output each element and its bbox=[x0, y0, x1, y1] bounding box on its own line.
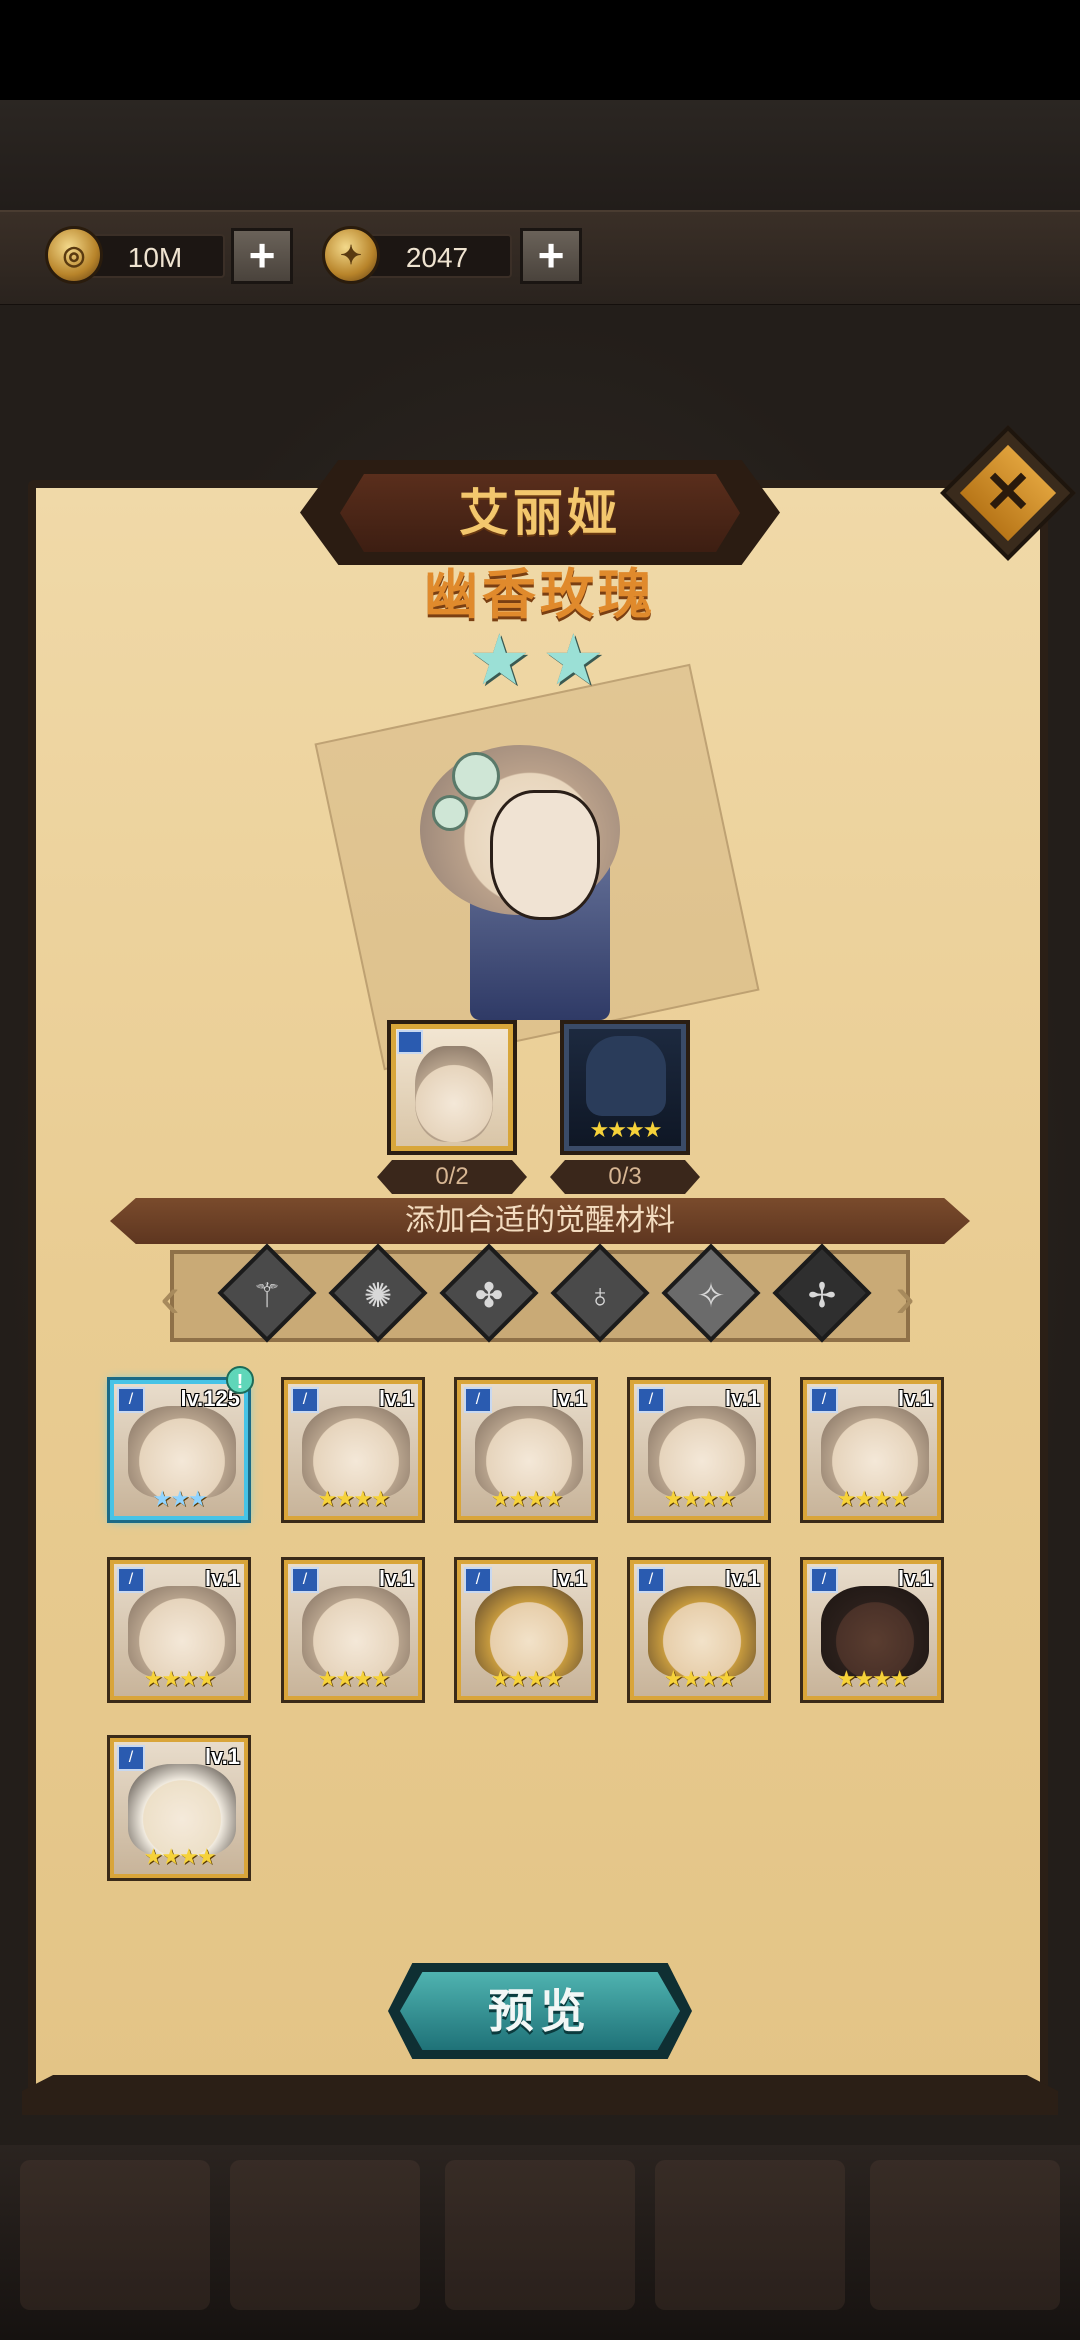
rose-icon bbox=[432, 795, 468, 831]
slot1-count: 0/2 bbox=[377, 1160, 527, 1194]
close-button[interactable]: ✕ bbox=[968, 448, 1048, 538]
hero-card[interactable]: / lv.1 ★★★★ bbox=[627, 1557, 771, 1703]
hero-level: lv.1 bbox=[724, 1566, 760, 1591]
faction-5-glyph: ✧ bbox=[696, 1277, 726, 1315]
hero-title: 幽香玫瑰 bbox=[424, 565, 656, 625]
hero-stars: ★★★★ bbox=[143, 1844, 217, 1869]
class-icon: / bbox=[637, 1387, 665, 1413]
hero-stars: ★★★★ bbox=[317, 1486, 391, 1511]
hero-level: lv.1 bbox=[724, 1386, 760, 1411]
class-icon: / bbox=[117, 1567, 145, 1593]
hero-card[interactable]: / lv.1 ★★★★ bbox=[107, 1735, 251, 1881]
hero-card[interactable]: / lv.1 ★★★★ bbox=[627, 1377, 771, 1523]
hero-level: lv.1 bbox=[378, 1566, 414, 1591]
alert-icon: ! bbox=[226, 1366, 254, 1394]
faction-1-glyph: ⚚ bbox=[251, 1277, 283, 1315]
gem-currency: 2047 ✦ + bbox=[322, 226, 592, 288]
hero-card[interactable]: / lv.1 ★★★★ bbox=[800, 1557, 944, 1703]
class-icon: / bbox=[810, 1387, 838, 1413]
faction-2-glyph: ✺ bbox=[363, 1277, 393, 1315]
rose-icon bbox=[452, 752, 500, 800]
faction-4-glyph: ♁ bbox=[587, 1277, 613, 1315]
hero-card[interactable]: / lv.1 ★★★★ bbox=[454, 1557, 598, 1703]
class-icon: / bbox=[464, 1567, 492, 1593]
hero-level: lv.1 bbox=[204, 1744, 240, 1769]
hero-stars: ★★★★ bbox=[663, 1666, 737, 1691]
hero-face-icon bbox=[821, 1406, 929, 1498]
hero-face-icon bbox=[821, 1586, 929, 1678]
faction-3-glyph: ✤ bbox=[474, 1277, 504, 1315]
hero-level: lv.1 bbox=[551, 1386, 587, 1411]
hero-stars: ★★★★ bbox=[663, 1486, 737, 1511]
class-icon: / bbox=[117, 1745, 145, 1771]
hero-stars: ★★★★ bbox=[490, 1486, 564, 1511]
chevron-left-icon[interactable]: ‹ bbox=[160, 1262, 180, 1332]
awaken-hint-banner: 添加合适的觉醒材料 bbox=[110, 1198, 970, 1244]
hero-card[interactable]: / lv.1 ★★★★ bbox=[281, 1377, 425, 1523]
add-gem-button[interactable]: + bbox=[520, 228, 582, 284]
status-bar-area bbox=[0, 0, 1080, 100]
hero-card[interactable]: / lv.1 ★★★★ bbox=[454, 1377, 598, 1523]
hero-card[interactable]: / lv.125 ★★★ bbox=[107, 1377, 251, 1523]
awaken-material-slot-2[interactable]: ★★★★ bbox=[560, 1020, 690, 1155]
awaken-material-slot-1[interactable] bbox=[387, 1020, 517, 1155]
header-strip bbox=[0, 100, 1080, 212]
gold-currency: 10M ◎ + bbox=[45, 226, 305, 288]
hero-face-icon bbox=[648, 1406, 756, 1498]
class-icon: / bbox=[291, 1387, 319, 1413]
nav-tab-4[interactable] bbox=[655, 2160, 845, 2310]
hero-card[interactable]: / lv.1 ★★★★ bbox=[281, 1557, 425, 1703]
hero-card[interactable]: / lv.1 ★★★★ bbox=[800, 1377, 944, 1523]
hero-face-icon bbox=[302, 1586, 410, 1678]
hero-name: 艾丽娅 bbox=[340, 474, 740, 552]
gem-coin-icon: ✦ bbox=[322, 226, 380, 284]
hero-face-icon bbox=[475, 1406, 583, 1498]
hero-face-icon bbox=[475, 1586, 583, 1678]
class-icon: / bbox=[637, 1567, 665, 1593]
hero-level: lv.1 bbox=[551, 1566, 587, 1591]
hero-stars: ★★★★ bbox=[317, 1666, 391, 1691]
class-icon: / bbox=[117, 1387, 145, 1413]
class-icon bbox=[397, 1030, 423, 1054]
hero-face-icon bbox=[128, 1406, 236, 1498]
hero-level: lv.1 bbox=[378, 1386, 414, 1411]
hero-level: lv.1 bbox=[897, 1386, 933, 1411]
nav-tab-2[interactable] bbox=[230, 2160, 420, 2310]
hero-card[interactable]: / lv.1 ★★★★ bbox=[107, 1557, 251, 1703]
nav-tab-1[interactable] bbox=[20, 2160, 210, 2310]
class-icon: / bbox=[464, 1387, 492, 1413]
chevron-right-icon[interactable]: › bbox=[895, 1262, 915, 1332]
star-icon: ★ bbox=[468, 621, 531, 699]
hero-stars: ★★★★ bbox=[836, 1486, 910, 1511]
hero-stars: ★★★ bbox=[152, 1486, 207, 1511]
hero-face-icon bbox=[128, 1586, 236, 1678]
hero-level: lv.1 bbox=[204, 1566, 240, 1591]
class-icon: / bbox=[810, 1567, 838, 1593]
slot2-count: 0/3 bbox=[550, 1160, 700, 1194]
hero-face-icon bbox=[415, 1046, 493, 1142]
silhouette-icon bbox=[586, 1036, 666, 1116]
hero-face-icon bbox=[302, 1406, 410, 1498]
nav-tab-3[interactable] bbox=[445, 2160, 635, 2310]
hero-face-icon bbox=[648, 1586, 756, 1678]
preview-button[interactable]: 预览 bbox=[400, 1972, 680, 2050]
gem-amount: 2047 bbox=[362, 234, 512, 278]
hero-stars: ★★★★ bbox=[836, 1666, 910, 1691]
hero-level: lv.1 bbox=[897, 1566, 933, 1591]
hero-stars: ★★★★ bbox=[490, 1666, 564, 1691]
hero-face-icon bbox=[128, 1764, 236, 1856]
faction-6-glyph: ✢ bbox=[807, 1277, 837, 1315]
gold-coin-icon: ◎ bbox=[45, 226, 103, 284]
nav-tab-5[interactable] bbox=[870, 2160, 1060, 2310]
class-icon: / bbox=[291, 1567, 319, 1593]
hero-portrait-face bbox=[490, 790, 600, 920]
add-gold-button[interactable]: + bbox=[231, 228, 293, 284]
slot-stars: ★★★★ bbox=[589, 1117, 663, 1142]
hero-stars: ★★★★ bbox=[143, 1666, 217, 1691]
panel-bottom-frame bbox=[22, 2075, 1058, 2115]
gold-amount: 10M bbox=[85, 234, 225, 278]
